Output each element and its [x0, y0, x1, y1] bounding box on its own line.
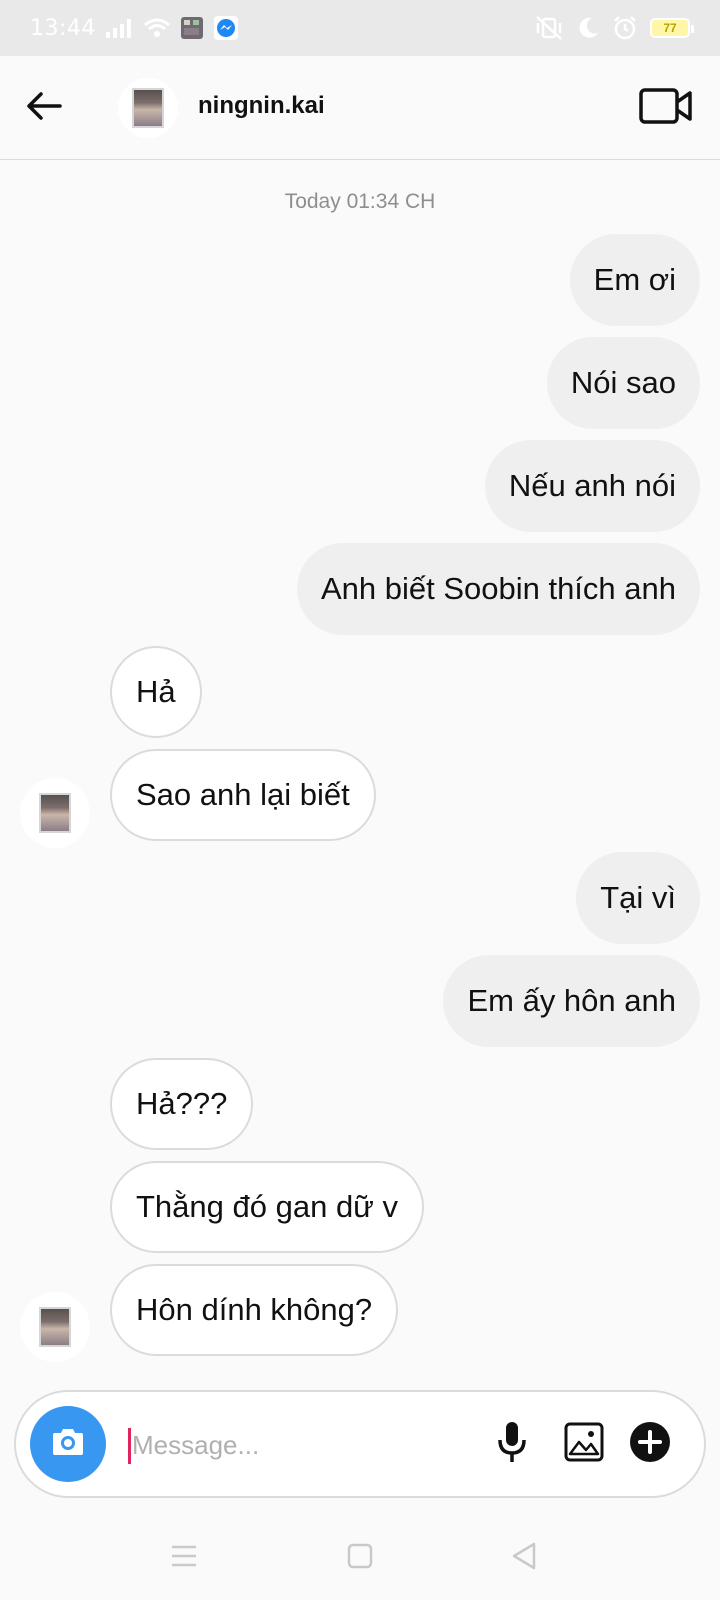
message-bubble-incoming[interactable]: Hả??? [110, 1058, 254, 1150]
microphone-icon [497, 1420, 527, 1469]
message-bubble-outgoing[interactable]: Tại vì [576, 852, 700, 944]
menu-icon [170, 1544, 198, 1573]
status-time: 13:44 [30, 15, 96, 41]
gallery-button[interactable] [562, 1422, 606, 1466]
avatar-photo [132, 88, 164, 128]
voice-message-button[interactable] [488, 1420, 536, 1468]
back-arrow-icon [26, 91, 62, 126]
back-triangle-icon [510, 1541, 538, 1576]
battery-level: 77 [663, 21, 677, 35]
vibrate-off-icon [534, 15, 564, 41]
message-bubble-incoming[interactable]: Sao anh lại biết [110, 749, 376, 841]
plus-icon [629, 1421, 671, 1468]
avatar-photo [39, 793, 71, 833]
video-call-button[interactable] [638, 86, 694, 130]
message-bubble-outgoing[interactable]: Nếu anh nói [484, 440, 700, 532]
back-button[interactable] [22, 86, 66, 130]
avatar-photo [39, 1307, 71, 1347]
recent-apps-button[interactable] [164, 1538, 204, 1578]
chat-username[interactable]: ningnin.kai [198, 92, 325, 120]
alarm-icon [612, 15, 638, 41]
message-input[interactable] [132, 1422, 472, 1468]
chat-header: ningnin.kai [0, 56, 720, 160]
battery-icon: 77 [650, 18, 694, 38]
avatar[interactable] [118, 78, 178, 138]
home-button[interactable] [340, 1538, 380, 1578]
text-cursor [128, 1428, 131, 1464]
message-bubble-outgoing[interactable]: Em ấy hôn anh [443, 955, 700, 1047]
message-bubble-outgoing[interactable]: Anh biết Soobin thích anh [296, 543, 700, 635]
home-square-icon [347, 1543, 373, 1574]
system-navigation-bar [0, 1510, 720, 1600]
message-bubble-outgoing[interactable]: Em ơi [569, 234, 700, 326]
sender-avatar[interactable] [20, 1292, 90, 1362]
wifi-icon [143, 18, 170, 38]
system-back-button[interactable] [504, 1538, 544, 1578]
app-thumbnail-icon [180, 16, 204, 40]
signal-icon [105, 18, 134, 38]
message-list[interactable]: Today 01:34 CH Em ơi Nói sao Nếu anh nói… [0, 160, 720, 1370]
video-call-icon [639, 87, 693, 130]
message-composer [14, 1390, 706, 1498]
moon-icon [576, 16, 600, 40]
message-timestamp: Today 01:34 CH [284, 190, 436, 213]
message-bubble-incoming[interactable]: Hả [110, 646, 202, 738]
message-bubble-outgoing[interactable]: Nói sao [546, 337, 700, 429]
message-bubble-incoming[interactable]: Hôn dính không? [110, 1264, 399, 1356]
status-bar: 13:44 77 [0, 0, 720, 56]
more-options-button[interactable] [628, 1421, 672, 1468]
sender-avatar[interactable] [20, 778, 90, 848]
gallery-icon [564, 1422, 604, 1467]
messenger-icon [213, 16, 238, 40]
camera-icon [50, 1427, 86, 1462]
camera-button[interactable] [30, 1406, 106, 1482]
message-bubble-incoming[interactable]: Thằng đó gan dữ v [110, 1161, 425, 1253]
